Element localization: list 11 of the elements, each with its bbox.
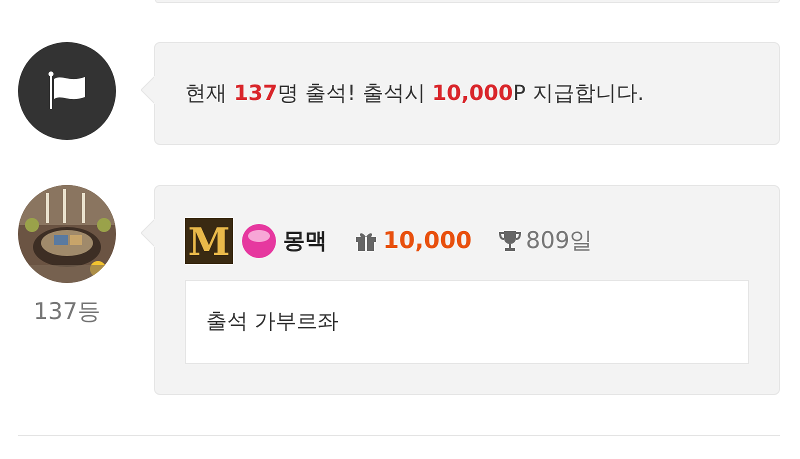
- rank-label: 137등: [34, 298, 100, 327]
- level-badge: M: [185, 218, 233, 264]
- comment-text: 출석 가부르좌: [206, 308, 339, 336]
- points-value: 10,000: [383, 226, 472, 256]
- orb-icon: [241, 223, 277, 259]
- flag-icon: [47, 71, 87, 111]
- gift-icon: [355, 230, 377, 252]
- notice-message: 현재 137명 출석! 출석시 10,000P 지급합니다.: [185, 80, 644, 107]
- user-name: 몽맥: [283, 228, 327, 256]
- trophy-icon: [498, 229, 522, 253]
- days-count: 809일: [526, 226, 593, 256]
